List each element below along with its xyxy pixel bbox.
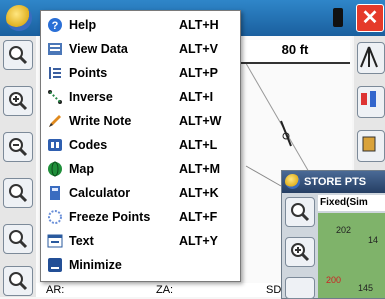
main-menu: ? Help ALT+H View Data ALT+V Points ALT+P Inver… <box>40 10 241 282</box>
menu-item-label: View Data <box>69 42 128 56</box>
store-points-header: STORE PTS <box>282 171 385 193</box>
app-logo-icon <box>285 174 300 189</box>
menu-item-label: Text <box>69 234 94 248</box>
instrument-button[interactable] <box>357 130 385 162</box>
menu-item-label: Points <box>69 66 108 80</box>
menu-item-text[interactable]: Text ALT+Y <box>41 230 240 253</box>
instrument-icon <box>362 136 376 152</box>
text-icon <box>47 233 63 249</box>
menu-item-label: Inverse <box>69 90 113 104</box>
app-logo-icon[interactable] <box>6 5 32 31</box>
point-label: 200 <box>326 275 342 285</box>
zoom-previous-button[interactable] <box>3 178 33 208</box>
zoom-in-icon <box>291 243 310 262</box>
inverse-icon <box>47 89 63 105</box>
point-label: 145 <box>358 283 374 293</box>
menu-item-map[interactable]: Map ALT+M <box>41 158 240 181</box>
menu-item-shortcut: ALT+V <box>179 42 219 56</box>
tripod-icon <box>360 46 378 68</box>
menu-item-label: Freeze Points <box>69 210 151 224</box>
view-data-icon <box>47 41 63 57</box>
store-points-panel: STORE PTS Fixed(Sim 202 14 200 145 <box>281 170 385 299</box>
menu-item-label: Map <box>69 162 94 176</box>
za-label: ZA: <box>156 284 174 296</box>
zoom-in-icon <box>9 92 28 111</box>
point-label: 202 <box>336 225 352 235</box>
magnifier-icon <box>9 184 28 203</box>
menu-item-inverse[interactable]: Inverse ALT+I <box>41 86 240 109</box>
pan-button[interactable] <box>3 266 33 296</box>
menu-item-shortcut: ALT+H <box>179 18 219 32</box>
magnifier-icon <box>291 203 310 222</box>
codes-icon <box>47 137 63 153</box>
menu-item-help[interactable]: ? Help ALT+H <box>41 14 240 37</box>
stakeout-icon <box>361 91 376 107</box>
menu-item-calculator[interactable]: Calculator ALT+K <box>41 182 240 205</box>
menu-item-shortcut: ALT+K <box>179 186 219 200</box>
menu-item-freeze-points[interactable]: Freeze Points ALT+F <box>41 206 240 229</box>
menu-item-shortcut: ALT+P <box>179 66 219 80</box>
map-scale: 80 ft <box>240 40 350 64</box>
menu-item-shortcut: ALT+L <box>179 138 218 152</box>
menu-item-write-note[interactable]: Write Note ALT+W <box>41 110 240 133</box>
menu-item-label: Minimize <box>69 258 122 272</box>
ar-label: AR: <box>46 284 65 296</box>
menu-item-label: Help <box>69 18 97 32</box>
svg-text:?: ? <box>52 20 59 32</box>
stakeout-button[interactable] <box>357 86 385 118</box>
store-zoom-out-button[interactable] <box>285 277 315 299</box>
points-icon <box>47 65 63 81</box>
point-label: 14 <box>368 235 379 245</box>
store-points-title: STORE PTS <box>304 176 367 188</box>
magnifier-icon <box>9 230 28 249</box>
pencil-icon <box>47 113 63 129</box>
left-toolbar <box>0 36 36 297</box>
menu-item-label: Write Note <box>69 114 132 128</box>
menu-item-view-data[interactable]: View Data ALT+V <box>41 38 240 61</box>
freeze-icon <box>47 209 63 225</box>
zoom-extents-button[interactable] <box>3 40 33 70</box>
menu-item-shortcut: ALT+W <box>179 114 222 128</box>
magnifier-icon <box>9 46 28 65</box>
menu-item-points[interactable]: Points ALT+P <box>41 62 240 85</box>
zoom-window-button[interactable] <box>3 224 33 254</box>
close-button[interactable]: ✕ <box>356 4 384 32</box>
magnifier-icon <box>9 272 28 291</box>
store-points-map[interactable]: 202 14 200 145 <box>318 213 385 298</box>
store-points-field[interactable]: Fixed(Sim <box>318 195 385 211</box>
battery-icon <box>333 8 343 27</box>
store-zoom-button[interactable] <box>285 197 315 227</box>
menu-item-shortcut: ALT+M <box>179 162 221 176</box>
help-icon: ? <box>47 17 63 33</box>
minimize-icon <box>47 257 63 273</box>
survey-tool-button[interactable] <box>357 42 385 74</box>
status-bar: AR: ZA: SD <box>36 283 281 297</box>
menu-item-codes[interactable]: Codes ALT+L <box>41 134 240 157</box>
sd-label: SD <box>266 284 282 296</box>
menu-item-shortcut: ALT+Y <box>179 234 219 248</box>
zoom-out-icon <box>9 138 28 157</box>
menu-item-shortcut: ALT+F <box>179 210 218 224</box>
menu-item-shortcut: ALT+I <box>179 90 214 104</box>
menu-item-minimize[interactable]: Minimize <box>41 254 240 277</box>
menu-item-label: Codes <box>69 138 108 152</box>
calculator-icon <box>47 185 63 201</box>
zoom-in-button[interactable] <box>3 86 33 116</box>
store-zoom-in-button[interactable] <box>285 237 315 267</box>
menu-item-label: Calculator <box>69 186 131 200</box>
zoom-out-button[interactable] <box>3 132 33 162</box>
globe-icon <box>47 161 63 177</box>
